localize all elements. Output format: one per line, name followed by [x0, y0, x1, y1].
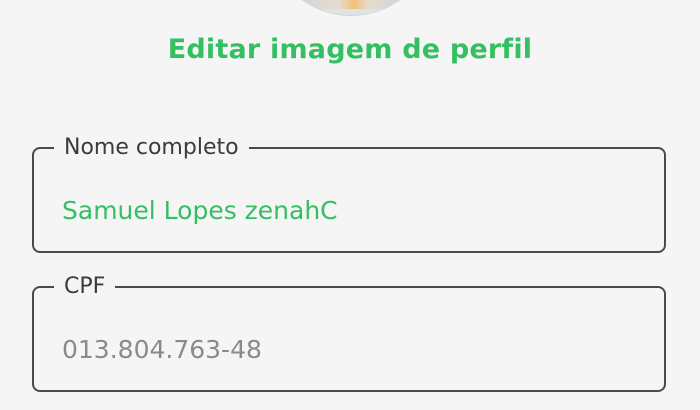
avatar-image-detail [299, 0, 399, 9]
full-name-label: Nome completo [54, 134, 249, 162]
full-name-field[interactable]: Nome completo Samuel Lopes zenahC [32, 134, 666, 253]
profile-avatar[interactable] [268, 0, 434, 16]
cpf-value[interactable]: 013.804.763-48 [62, 334, 262, 366]
edit-profile-image-link[interactable]: Editar imagem de perfil [0, 34, 700, 65]
profile-edit-screen: Editar imagem de perfil Nome completo Sa… [0, 0, 700, 410]
cpf-field[interactable]: CPF 013.804.763-48 [32, 273, 666, 392]
cpf-label: CPF [54, 273, 116, 301]
full-name-value[interactable]: Samuel Lopes zenahC [62, 195, 338, 227]
avatar-image-detail [309, 9, 393, 15]
